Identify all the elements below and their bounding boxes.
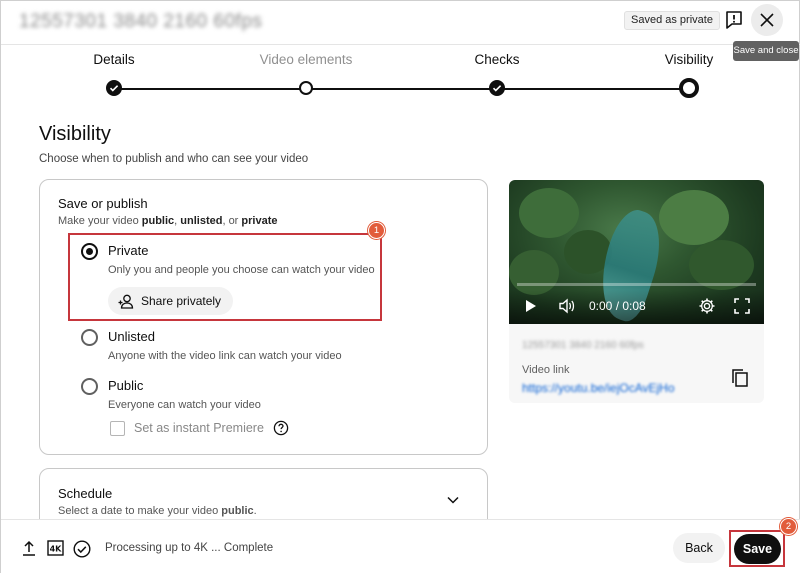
step-visibility[interactable]: Visibility	[629, 49, 749, 98]
step-current-dot	[679, 78, 699, 98]
step-label: Details	[93, 52, 135, 67]
feedback-icon[interactable]	[723, 9, 745, 31]
processing-status: Processing up to 4K ... Complete	[105, 542, 274, 554]
video-title: 12557301 3840 2160 60fps	[19, 11, 263, 32]
card-title: Save or publish	[58, 196, 148, 211]
check-circle-icon	[73, 540, 91, 558]
video-player[interactable]: 0:00 / 0:08	[509, 180, 764, 324]
progress-bar[interactable]	[517, 283, 756, 286]
copy-icon[interactable]	[731, 368, 749, 388]
schedule-card[interactable]: Schedule Select a date to make your vide…	[39, 468, 488, 519]
step-checks[interactable]: Checks	[437, 49, 557, 96]
annotation-marker-1: 1	[368, 222, 385, 239]
unlisted-radio[interactable]	[81, 329, 98, 346]
check-icon	[106, 80, 122, 96]
step-label: Checks	[474, 52, 520, 67]
step-video-elements[interactable]: Video elements	[246, 49, 366, 95]
gear-icon[interactable]	[698, 297, 716, 315]
video-filename: 12557301 3840 2160 60fps	[522, 340, 644, 351]
option-label: Public	[108, 378, 144, 393]
save-button[interactable]: Save	[734, 534, 781, 564]
video-time: 0:00 / 0:08	[589, 299, 646, 313]
saved-status-badge: Saved as private	[624, 11, 720, 30]
step-label: Visibility	[664, 52, 714, 67]
step-label: Video elements	[259, 52, 353, 67]
option-label: Unlisted	[108, 329, 155, 344]
instant-premiere-label: Set as instant Premiere	[134, 421, 264, 435]
public-radio[interactable]	[81, 378, 98, 395]
close-icon	[760, 13, 774, 27]
help-icon[interactable]	[273, 420, 289, 436]
option-description: Everyone can watch your video	[108, 399, 261, 411]
svg-text:4K: 4K	[50, 545, 63, 554]
video-link-label: Video link	[522, 364, 570, 376]
page-title: Visibility	[39, 123, 111, 145]
visibility-content[interactable]: Visibility Choose when to publish and wh…	[1, 109, 800, 519]
close-button[interactable]	[751, 4, 783, 36]
check-icon	[489, 80, 505, 96]
volume-icon[interactable]	[558, 298, 576, 314]
dialog-header: 12557301 3840 2160 60fps Saved as privat…	[1, 1, 800, 45]
page-subtitle: Choose when to publish and who can see y…	[39, 153, 309, 165]
video-preview-card: 0:00 / 0:08 12557301 3840 2160 60fps Vid…	[509, 180, 764, 403]
schedule-description: Select a date to make your video public.	[58, 505, 257, 517]
upload-stepper: Details Video elements Checks Visibility	[1, 49, 800, 109]
step-open-dot	[299, 81, 313, 95]
schedule-title: Schedule	[58, 486, 113, 501]
back-button[interactable]: Back	[673, 533, 725, 563]
private-option-highlight	[68, 233, 382, 321]
chevron-down-icon[interactable]	[445, 492, 461, 508]
play-icon[interactable]	[525, 299, 537, 313]
dialog-footer: 4K Processing up to 4K ... Complete Back…	[1, 518, 800, 573]
video-link-url[interactable]: https://youtu.be/iejOcAvEjHo	[522, 381, 675, 395]
instant-premiere-checkbox[interactable]	[110, 421, 125, 436]
card-description: Make your video public, unlisted, or pri…	[58, 215, 278, 227]
upload-dialog: 12557301 3840 2160 60fps Saved as privat…	[0, 0, 800, 573]
upload-icon	[23, 540, 35, 556]
option-description: Anyone with the video link can watch you…	[108, 350, 342, 362]
stepper-line	[114, 88, 689, 90]
4k-hd-icon: 4K	[47, 540, 64, 556]
annotation-marker-2: 2	[780, 518, 797, 535]
step-details[interactable]: Details	[54, 49, 174, 96]
fullscreen-icon[interactable]	[734, 298, 750, 314]
